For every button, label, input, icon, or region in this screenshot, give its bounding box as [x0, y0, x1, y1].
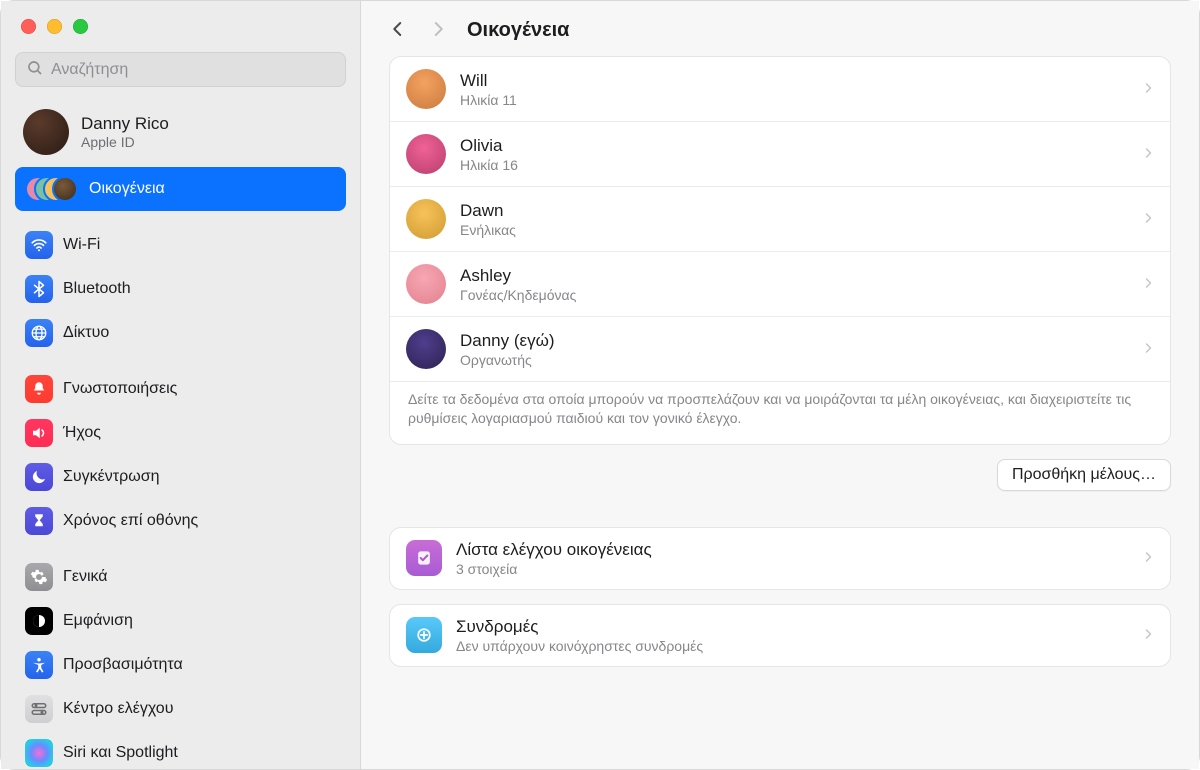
member-row-dawn[interactable]: Dawn Ενήλικας	[390, 187, 1170, 252]
page-title: Οικογένεια	[467, 19, 569, 42]
gear-icon	[25, 563, 53, 591]
minimize-button[interactable]	[47, 19, 62, 34]
chevron-right-icon	[1142, 144, 1154, 165]
sidebar-item-general[interactable]: Γενικά	[15, 555, 346, 599]
sidebar-item-label: Προσβασιμότητα	[63, 656, 183, 674]
globe-icon	[25, 319, 53, 347]
window-controls	[15, 15, 346, 52]
search-input[interactable]	[51, 61, 335, 79]
close-button[interactable]	[21, 19, 36, 34]
sidebar-item-label: Γνωστοποιήσεις	[63, 380, 177, 398]
hourglass-icon	[25, 507, 53, 535]
sidebar: Danny Rico Apple ID Οικογένεια Wi-Fi	[1, 1, 361, 769]
sidebar-item-control-center[interactable]: Κέντρο ελέγχου	[15, 687, 346, 731]
sidebar-item-network[interactable]: Δίκτυο	[15, 311, 346, 355]
chevron-right-icon	[1142, 548, 1154, 569]
appearance-icon	[25, 607, 53, 635]
bell-icon	[25, 375, 53, 403]
add-member-button[interactable]: Προσθήκη μέλους…	[997, 459, 1171, 491]
row-sub: Δεν υπάρχουν κοινόχρηστες συνδρομές	[456, 638, 1128, 654]
search-icon	[26, 59, 44, 80]
sidebar-item-label: Ήχος	[63, 424, 101, 442]
chevron-right-icon	[1142, 274, 1154, 295]
sidebar-item-accessibility[interactable]: Προσβασιμότητα	[15, 643, 346, 687]
chevron-right-icon	[1142, 339, 1154, 360]
sidebar-item-bluetooth[interactable]: Bluetooth	[15, 267, 346, 311]
account-name: Danny Rico	[81, 114, 169, 134]
members-group: Will Ηλικία 11 Olivia Ηλικία 16	[389, 56, 1171, 445]
wifi-icon	[25, 231, 53, 259]
chevron-right-icon	[1142, 209, 1154, 230]
accessibility-icon	[25, 651, 53, 679]
sidebar-item-label: Bluetooth	[63, 280, 131, 298]
family-icon	[25, 175, 79, 203]
back-button[interactable]	[389, 20, 407, 41]
sidebar-item-focus[interactable]: Συγκέντρωση	[15, 455, 346, 499]
main-content: Οικογένεια Will Ηλικία 11	[361, 1, 1199, 769]
sidebar-item-family[interactable]: Οικογένεια	[15, 167, 346, 211]
member-sub: Ηλικία 16	[460, 157, 1128, 173]
sidebar-item-label: Κέντρο ελέγχου	[63, 700, 173, 718]
sidebar-item-notifications[interactable]: Γνωστοποιήσεις	[15, 367, 346, 411]
member-sub: Οργανωτής	[460, 352, 1128, 368]
sidebar-item-label: Siri και Spotlight	[63, 744, 178, 762]
sidebar-item-screen-time[interactable]: Χρόνος επί οθόνης	[15, 499, 346, 543]
bluetooth-icon	[25, 275, 53, 303]
member-row-olivia[interactable]: Olivia Ηλικία 16	[390, 122, 1170, 187]
sidebar-item-label: Wi-Fi	[63, 236, 100, 254]
family-checklist-row[interactable]: Λίστα ελέγχου οικογένειας 3 στοιχεία	[390, 528, 1170, 589]
subscriptions-group: Συνδρομές Δεν υπάρχουν κοινόχρηστες συνδ…	[389, 604, 1171, 667]
search-field[interactable]	[15, 52, 346, 87]
sidebar-item-label: Χρόνος επί οθόνης	[63, 512, 198, 530]
checklist-group: Λίστα ελέγχου οικογένειας 3 στοιχεία	[389, 527, 1171, 590]
member-sub: Ενήλικας	[460, 222, 1128, 238]
sidebar-item-label: Γενικά	[63, 568, 108, 586]
member-row-ashley[interactable]: Ashley Γονέας/Κηδεμόνας	[390, 252, 1170, 317]
moon-icon	[25, 463, 53, 491]
member-sub: Ηλικία 11	[460, 92, 1128, 108]
nav-buttons	[389, 20, 447, 41]
avatar	[406, 69, 446, 109]
sidebar-item-sound[interactable]: Ήχος	[15, 411, 346, 455]
avatar	[406, 134, 446, 174]
avatar	[406, 199, 446, 239]
forward-button	[429, 20, 447, 41]
member-row-will[interactable]: Will Ηλικία 11	[390, 57, 1170, 122]
row-title: Συνδρομές	[456, 617, 1128, 637]
sidebar-item-wifi[interactable]: Wi-Fi	[15, 223, 346, 267]
speaker-icon	[25, 419, 53, 447]
member-sub: Γονέας/Κηδεμόνας	[460, 287, 1128, 303]
account-button[interactable]: Danny Rico Apple ID	[15, 105, 346, 167]
member-row-danny[interactable]: Danny (εγώ) Οργανωτής	[390, 317, 1170, 382]
content-header: Οικογένεια	[361, 1, 1199, 56]
account-sub: Apple ID	[81, 134, 169, 150]
avatar	[406, 329, 446, 369]
chevron-right-icon	[1142, 79, 1154, 100]
sidebar-item-label: Συγκέντρωση	[63, 468, 159, 486]
member-name: Olivia	[460, 136, 1128, 156]
sliders-icon	[25, 695, 53, 723]
avatar	[23, 109, 69, 155]
member-name: Will	[460, 71, 1128, 91]
sidebar-item-label: Δίκτυο	[63, 324, 109, 342]
sidebar-item-siri-spotlight[interactable]: Siri και Spotlight	[15, 731, 346, 769]
zoom-button[interactable]	[73, 19, 88, 34]
row-title: Λίστα ελέγχου οικογένειας	[456, 540, 1128, 560]
member-name: Ashley	[460, 266, 1128, 286]
sidebar-item-appearance[interactable]: Εμφάνιση	[15, 599, 346, 643]
chevron-right-icon	[1142, 625, 1154, 646]
siri-icon	[25, 739, 53, 767]
checklist-icon	[406, 540, 442, 576]
avatar	[406, 264, 446, 304]
member-name: Dawn	[460, 201, 1128, 221]
row-sub: 3 στοιχεία	[456, 561, 1128, 577]
subscriptions-icon	[406, 617, 442, 653]
member-name: Danny (εγώ)	[460, 331, 1128, 351]
members-footer-note: Δείτε τα δεδομένα στα οποία μπορούν να π…	[390, 382, 1170, 444]
sidebar-item-label: Εμφάνιση	[63, 612, 133, 630]
sidebar-item-label: Οικογένεια	[89, 180, 165, 198]
subscriptions-row[interactable]: Συνδρομές Δεν υπάρχουν κοινόχρηστες συνδ…	[390, 605, 1170, 666]
